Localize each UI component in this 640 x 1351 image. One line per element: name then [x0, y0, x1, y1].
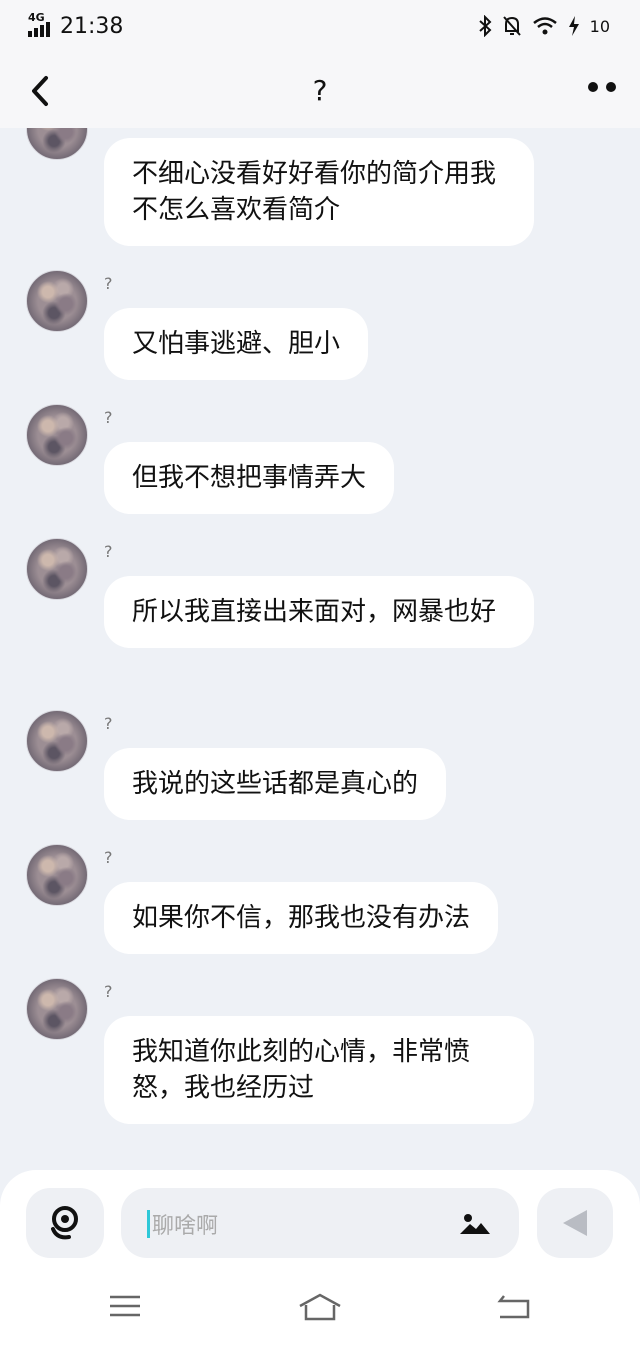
- battery-level: 10: [589, 16, 610, 36]
- bluetooth-icon: [478, 15, 492, 37]
- avatar[interactable]: [26, 128, 88, 160]
- message-input[interactable]: 聊啥啊: [121, 1188, 519, 1258]
- more-dots-icon[interactable]: [588, 82, 616, 92]
- sender-name: ?: [104, 848, 113, 867]
- mute-bell-icon: [502, 16, 521, 36]
- text-caret: [147, 1210, 150, 1238]
- image-icon[interactable]: [459, 1212, 491, 1236]
- sender-name: ?: [104, 982, 113, 1001]
- status-time: 21:38: [60, 13, 124, 39]
- menu-icon[interactable]: [108, 1292, 142, 1320]
- avatar[interactable]: [26, 538, 88, 600]
- message-bubble: 不细心没看好好看你的简介用我不怎么喜欢看简介: [104, 138, 534, 246]
- system-nav-bar: [0, 1270, 640, 1351]
- message-bubble: 我说的这些话都是真心的: [104, 748, 447, 820]
- input-placeholder: 聊啥啊: [152, 1214, 219, 1239]
- status-right: 10: [478, 15, 610, 37]
- sender-name: ?: [104, 542, 113, 561]
- voice-button[interactable]: [26, 1188, 104, 1258]
- avatar[interactable]: [26, 404, 88, 466]
- avatar[interactable]: [26, 844, 88, 906]
- charging-icon: [568, 16, 579, 36]
- message-bubble: 我知道你此刻的心情，非常愤怒，我也经历过: [104, 1016, 534, 1124]
- chat-header: ?: [0, 52, 640, 128]
- avatar[interactable]: [26, 978, 88, 1040]
- send-icon: [563, 1210, 587, 1236]
- sender-name: ?: [104, 714, 113, 733]
- message-list[interactable]: 不细心没看好好看你的简介用我不怎么喜欢看简介 ? 又怕事逃避、胆小 ? 但我不想…: [0, 128, 640, 1170]
- composer-bar: 聊啥啊: [0, 1170, 640, 1270]
- message-bubble: 所以我直接出来面对，网暴也好: [104, 576, 534, 648]
- back-nav-icon[interactable]: [496, 1292, 532, 1322]
- send-button[interactable]: [537, 1188, 613, 1258]
- wifi-icon: [532, 17, 557, 35]
- page-title: ?: [312, 73, 328, 107]
- sender-name: ?: [104, 274, 113, 293]
- signal-icon: 4G: [28, 11, 54, 37]
- home-icon[interactable]: [296, 1292, 344, 1322]
- message-bubble: 又怕事逃避、胆小: [104, 308, 369, 380]
- message-bubble: 如果你不信，那我也没有办法: [104, 882, 499, 954]
- message-bubble: 但我不想把事情弄大: [104, 442, 395, 514]
- chevron-left-icon[interactable]: [26, 74, 56, 108]
- status-left: 4G 21:38: [28, 11, 124, 39]
- status-bar: 4G 21:38 10: [0, 0, 640, 52]
- voice-icon: [51, 1206, 78, 1240]
- avatar[interactable]: [26, 270, 88, 332]
- avatar[interactable]: [26, 710, 88, 772]
- sender-name: ?: [104, 408, 113, 427]
